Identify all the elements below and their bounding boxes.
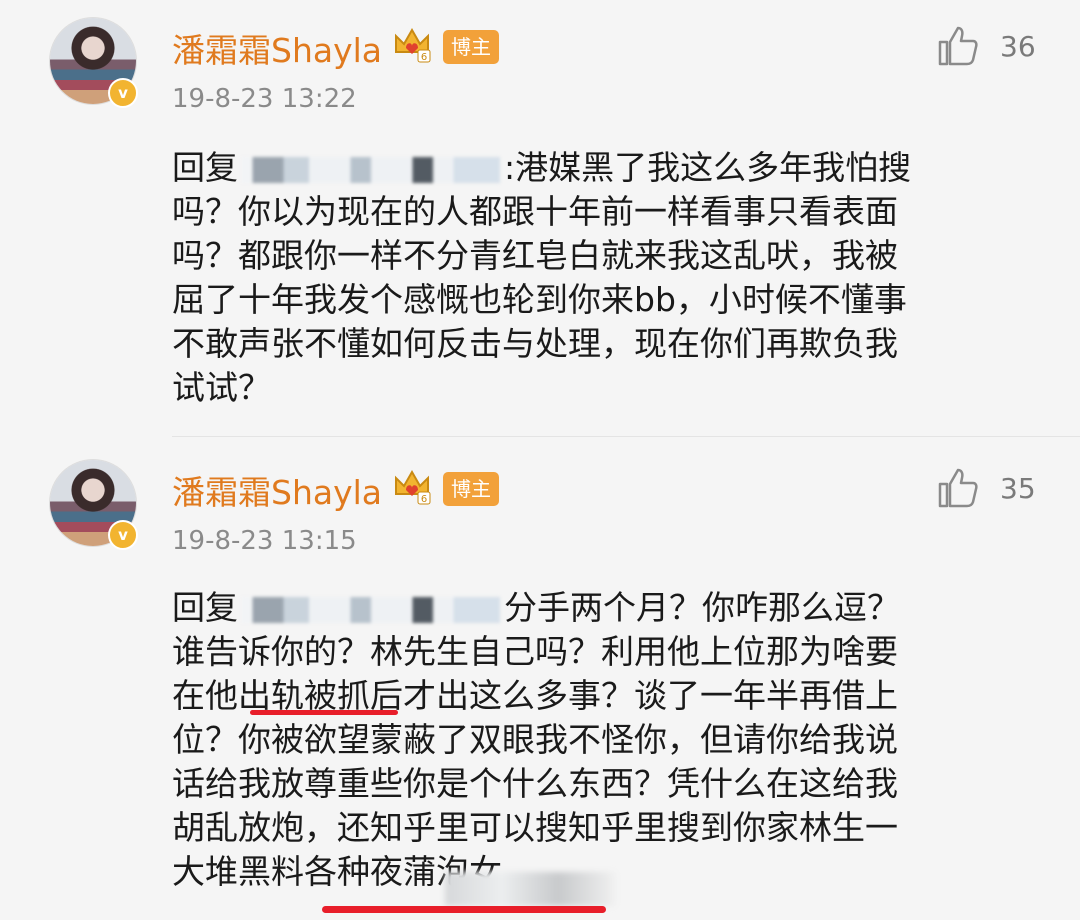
timestamp: 19-8-23 13:15 [172, 526, 357, 556]
username[interactable]: 潘霜霜Shayla [172, 466, 382, 514]
text-line: 屈了十年我发个感慨也轮到你来bb，小时候不懂事 [172, 280, 907, 319]
divider [172, 436, 1080, 437]
username[interactable]: 潘霜霜Shayla [172, 24, 382, 72]
annotation-underline [322, 906, 606, 913]
redacted-username [242, 596, 500, 623]
text-line: 吗？你以为现在的人都跟十年前一样看事只看表面 [172, 192, 898, 231]
badge-blogger: 博主 [443, 472, 499, 506]
reply-line: 回复 分手两个月？你咋那么逗？ [172, 588, 900, 627]
timestamp: 19-8-23 13:22 [172, 84, 357, 114]
crown-level: 6 [421, 494, 427, 505]
redacted-username [242, 156, 500, 183]
like-count: 35 [1000, 472, 1036, 505]
like-count: 36 [1000, 30, 1036, 63]
comment-text: 回复 分手两个月？你咋那么逗？ 谁告诉你的？林先生自己吗？利用他上位那为啥要 在他… [172, 586, 1012, 894]
crown-icon: 6 [395, 469, 431, 505]
reply-line: 回复:港媒黑了我这么多年我怕搜 [172, 148, 912, 187]
thumbs-up-icon[interactable] [936, 466, 980, 510]
thumbs-up-icon[interactable] [936, 24, 980, 68]
verified-icon: v [108, 78, 138, 108]
text-line: 试试？ [172, 368, 271, 407]
comment-text: 回复:港媒黑了我这么多年我怕搜 吗？你以为现在的人都跟十年前一样看事只看表面 吗… [172, 146, 1012, 410]
text-line: 不敢声张不懂如何反击与处理，现在你们再欺负我 [172, 324, 898, 363]
redaction-smudge [445, 872, 615, 906]
verified-icon: v [108, 520, 138, 550]
text-line: 位？你被欲望蒙蔽了双眼我不怪你，但请你给我说 [172, 720, 898, 759]
crown-level: 6 [421, 52, 427, 63]
text-line: 话给我放尊重些你是个什么东西？凭什么在这给我 [172, 764, 898, 803]
crown-icon: 6 [395, 27, 431, 63]
text-line: 吗？都跟你一样不分青红皂白就来我这乱吠，我被 [172, 236, 898, 275]
annotation-underline [250, 710, 398, 715]
text-line: 胡乱放炮，还知乎里可以搜知乎里搜到你家林生一 [172, 808, 898, 847]
badge-blogger: 博主 [443, 30, 499, 64]
text-line: 谁告诉你的？林先生自己吗？利用他上位那为啥要 [172, 632, 898, 671]
